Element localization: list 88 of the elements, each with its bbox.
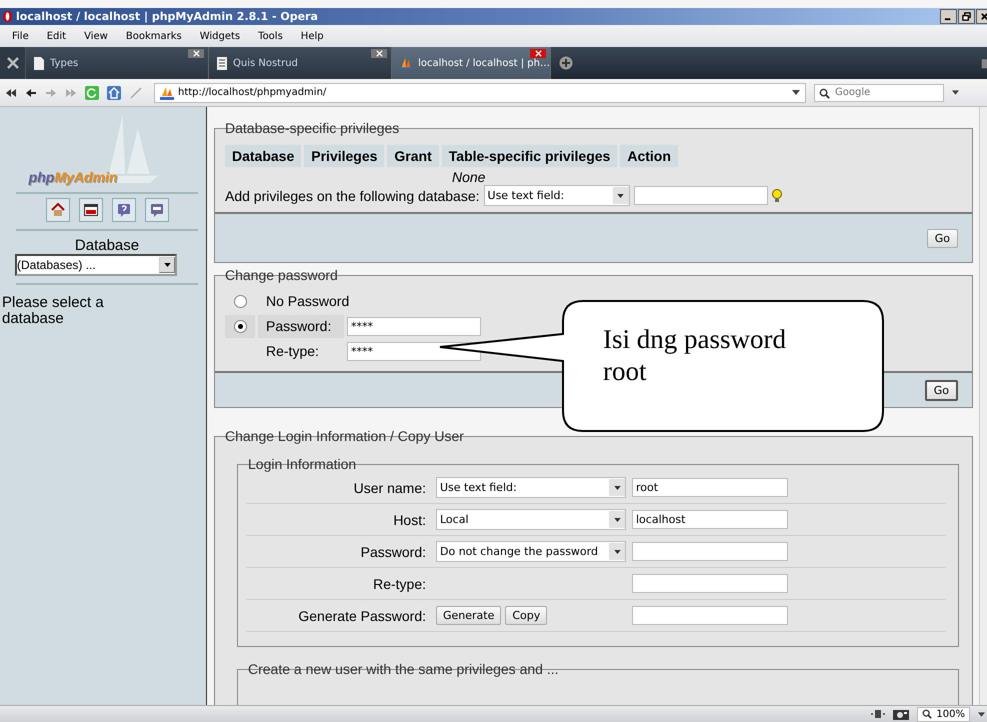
database-label: Database (74, 237, 140, 254)
phpmyadmin-logo: phpMyAdmin (28, 169, 118, 185)
menu-item[interactable]: Help (300, 30, 324, 42)
text-input-field[interactable]: localhost (632, 510, 788, 529)
tab-close-icon[interactable] (371, 49, 387, 58)
rewind-icon[interactable] (5, 88, 17, 98)
empty-message: None (452, 169, 486, 185)
sails-icon (160, 86, 174, 100)
group-legend: Create a new user with the same privileges and ... (248, 661, 558, 677)
dropdown-arrow-icon[interactable] (978, 712, 985, 716)
dropdown-arrow-icon (614, 518, 620, 522)
zoom-field[interactable]: 100% (917, 706, 970, 722)
callout-text: Isi dng password root (603, 323, 787, 387)
action-button[interactable]: Copy (505, 606, 548, 625)
menu-item[interactable]: Edit (46, 30, 66, 42)
field-label: Generate Password: (297, 608, 427, 624)
section-legend: Change Login Information / Copy User (225, 428, 464, 444)
column-header: Grant (387, 145, 439, 167)
database-select[interactable]: Use text field: (484, 185, 630, 206)
browser-logo-icon (2, 10, 13, 23)
search-icon (922, 709, 932, 719)
field-label: No Password (265, 292, 350, 311)
option-select[interactable]: Use text field: (436, 477, 626, 498)
lightbulb-icon (772, 188, 782, 202)
section-legend: Change password (225, 267, 338, 283)
browser-tab[interactable]: Types (26, 47, 209, 79)
menu-item[interactable]: Widgets (200, 30, 240, 42)
dropdown-arrow-icon (614, 486, 620, 490)
dropdown-arrow-icon[interactable] (952, 90, 959, 95)
radio-button[interactable] (234, 320, 246, 333)
column-header: Privileges (304, 145, 384, 167)
column-header: Database (225, 145, 302, 167)
option-select[interactable]: Local (436, 509, 626, 530)
action-button[interactable]: Generate (436, 606, 502, 625)
close-icon (980, 12, 987, 21)
menu-item[interactable]: View (84, 30, 108, 42)
help-icon[interactable] (112, 198, 136, 222)
sql-window-icon[interactable] (78, 198, 102, 222)
field-label: Password: (360, 544, 427, 560)
text-input-field[interactable]: root (632, 478, 788, 497)
home-icon[interactable] (46, 198, 70, 222)
field-label: User name: (352, 480, 427, 496)
select-database-message: Please select a database (1, 295, 105, 327)
text-input-field[interactable] (632, 574, 788, 593)
menu-item[interactable]: File (12, 30, 29, 42)
menu-item[interactable]: Tools (258, 30, 283, 42)
menu-item[interactable]: Bookmarks (126, 30, 182, 42)
option-select[interactable]: Do not change the password (436, 541, 626, 562)
column-header: Table-specific privileges (442, 145, 618, 167)
go-button[interactable]: Go (924, 380, 958, 400)
column-header: Action (620, 145, 678, 167)
camera-icon[interactable] (893, 708, 910, 720)
database-select[interactable]: (Databases) ... (15, 254, 177, 276)
document-icon (217, 56, 227, 70)
restore-icon (962, 12, 971, 21)
add-privileges-label: Add privileges on the following database: (225, 188, 480, 204)
restore-button[interactable] (958, 9, 975, 24)
dropdown-arrow-icon (614, 550, 620, 554)
dropdown-arrow-icon (617, 194, 624, 198)
address-field[interactable]: http://localhost/phpmyadmin/ (154, 82, 806, 102)
window-title: localhost / localhost | phpMyAdmin 2.8.1 - Opera (16, 10, 318, 23)
field-label: Re-type: (372, 576, 427, 592)
group-legend: Login Information (248, 456, 356, 472)
dropdown-arrow-icon[interactable] (792, 90, 800, 95)
go-button[interactable]: Go (926, 228, 958, 248)
tab-close-icon[interactable] (530, 49, 546, 58)
section-legend: Database-specific privileges (225, 120, 400, 136)
field-label: Password: (258, 315, 344, 338)
field-label: Host: (392, 512, 427, 528)
tools-icon[interactable] (0, 47, 26, 79)
tab-close-icon[interactable] (188, 49, 204, 58)
browser-tab[interactable]: localhost / localhost | ph… (392, 47, 551, 79)
browser-tab[interactable]: Quis Nostrud (209, 47, 392, 79)
back-icon[interactable] (25, 88, 37, 98)
sails-icon (400, 56, 412, 70)
field-label: Re-type: (265, 342, 320, 361)
database-input-field[interactable] (634, 186, 768, 205)
password-field[interactable]: **** (347, 342, 481, 361)
password-field[interactable]: **** (347, 317, 481, 336)
scrollbar[interactable] (979, 107, 987, 705)
text-input-field[interactable] (632, 606, 788, 625)
dropdown-arrow-icon (164, 263, 170, 267)
radio-button[interactable] (234, 295, 246, 308)
search-field[interactable]: Google (814, 84, 944, 102)
search-icon (819, 88, 830, 98)
text-input-field[interactable] (632, 542, 788, 561)
minimize-button[interactable] (940, 9, 957, 24)
page-icon (34, 56, 44, 70)
